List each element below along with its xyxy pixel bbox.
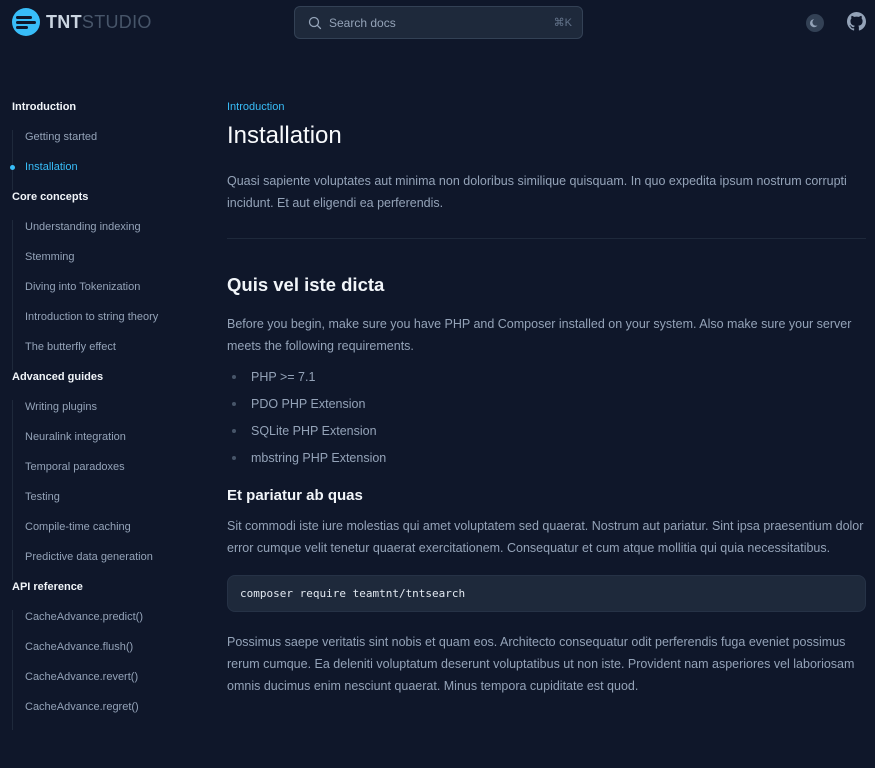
sidebar-item-cacheadvance-flush[interactable]: CacheAdvance.flush(): [25, 640, 202, 670]
nav-list: Writing plugins Neuralink integration Te…: [12, 400, 202, 580]
search-icon: [308, 16, 322, 30]
sidebar-item-cacheadvance-revert[interactable]: CacheAdvance.revert(): [25, 670, 202, 700]
logo-mark-icon: [12, 8, 40, 36]
nav-section-title: Core concepts: [12, 191, 89, 203]
sidebar-item-testing[interactable]: Testing: [25, 490, 202, 520]
sidebar-item-temporal-paradoxes[interactable]: Temporal paradoxes: [25, 460, 202, 490]
paragraph-pariatur: Sit commodi iste iure molestias qui amet…: [227, 519, 864, 555]
sidebar-item-neuralink-integration[interactable]: Neuralink integration: [25, 430, 202, 460]
moon-icon: [810, 19, 818, 28]
nav-list: Getting started Installation: [10, 130, 202, 190]
nav-list: Understanding indexing Stemming Diving i…: [12, 220, 202, 370]
nav-section-advanced-guides: Advanced guides Writing plugins Neuralin…: [12, 370, 202, 580]
nav-list: CacheAdvance.predict() CacheAdvance.flus…: [12, 610, 202, 730]
list-item-text: PDO PHP Extension: [251, 397, 366, 411]
list-item: mbstring PHP Extension: [227, 451, 866, 478]
nav-section-core-concepts: Core concepts Understanding indexing Ste…: [12, 190, 202, 370]
sidebar-nav: Introduction Getting started Installatio…: [10, 100, 202, 730]
search-input[interactable]: Search docs ⌘K: [294, 6, 583, 39]
paragraph-possimus: Possimus saepe veritatis sint nobis et q…: [227, 635, 855, 693]
sidebar-item-label: Installation: [25, 161, 78, 173]
sidebar-item-getting-started[interactable]: Getting started: [25, 130, 202, 160]
github-icon: [847, 12, 866, 31]
github-link[interactable]: [847, 12, 866, 31]
paragraph-requirements-intro: Before you begin, make sure you have PHP…: [227, 317, 852, 353]
active-indicator-dot: [10, 165, 15, 170]
section-heading: Quis vel iste dicta: [227, 274, 385, 295]
brand-logo[interactable]: TNTSTUDIO: [12, 8, 152, 36]
code-block[interactable]: composer require teamtnt/tntsearch: [227, 575, 866, 612]
sidebar-item-cacheadvance-regret[interactable]: CacheAdvance.regret(): [25, 700, 202, 730]
list-item-text: mbstring PHP Extension: [251, 451, 387, 465]
sidebar-item-butterfly-effect[interactable]: The butterfly effect: [25, 340, 202, 370]
sidebar-item-installation[interactable]: Installation: [10, 160, 202, 190]
nav-section-title: Introduction: [12, 101, 77, 113]
code-snippet: composer require teamtnt/tntsearch: [240, 587, 466, 600]
bullet-icon: [232, 402, 236, 406]
brand-name-light: STUDIO: [81, 11, 152, 32]
content-divider: [227, 238, 866, 239]
sidebar-item-predictive-data-generation[interactable]: Predictive data generation: [25, 550, 202, 580]
search-shortcut: ⌘K: [553, 17, 572, 29]
sidebar-item-understanding-indexing[interactable]: Understanding indexing: [25, 220, 202, 250]
sidebar-item-tokenization[interactable]: Diving into Tokenization: [25, 280, 202, 310]
bullet-icon: [232, 429, 236, 433]
search-placeholder: Search docs: [329, 15, 396, 30]
list-item-text: SQLite PHP Extension: [251, 424, 377, 438]
nav-section-title: API reference: [12, 581, 83, 593]
nav-section-introduction: Introduction Getting started Installatio…: [10, 100, 202, 190]
sidebar-item-compile-time-caching[interactable]: Compile-time caching: [25, 520, 202, 550]
sidebar-item-writing-plugins[interactable]: Writing plugins: [25, 400, 202, 430]
bullet-icon: [232, 456, 236, 460]
list-item-text: PHP >= 7.1: [251, 370, 316, 384]
subheading: Et pariatur ab quas: [227, 487, 363, 504]
nav-section-api-reference: API reference CacheAdvance.predict() Cac…: [12, 580, 202, 730]
list-item: PDO PHP Extension: [227, 397, 866, 424]
top-header: TNTSTUDIO Search docs ⌘K: [0, 0, 875, 44]
brand-name: TNTSTUDIO: [46, 12, 152, 33]
bullet-icon: [232, 375, 236, 379]
sidebar-item-string-theory[interactable]: Introduction to string theory: [25, 310, 202, 340]
page-title: Installation: [227, 122, 342, 149]
theme-toggle-button[interactable]: [806, 14, 824, 32]
list-item: SQLite PHP Extension: [227, 424, 866, 451]
section-eyebrow: Introduction: [227, 101, 285, 113]
sidebar-item-cacheadvance-predict[interactable]: CacheAdvance.predict(): [25, 610, 202, 640]
sidebar-item-stemming[interactable]: Stemming: [25, 250, 202, 280]
list-item: PHP >= 7.1: [227, 370, 866, 397]
nav-section-title: Advanced guides: [12, 371, 104, 383]
lead-paragraph: Quasi sapiente voluptates aut minima non…: [227, 174, 847, 210]
requirements-list: PHP >= 7.1 PDO PHP Extension SQLite PHP …: [227, 370, 866, 478]
article-content: Introduction Installation Quasi sapiente…: [227, 100, 866, 697]
brand-name-bold: TNT: [46, 11, 82, 32]
